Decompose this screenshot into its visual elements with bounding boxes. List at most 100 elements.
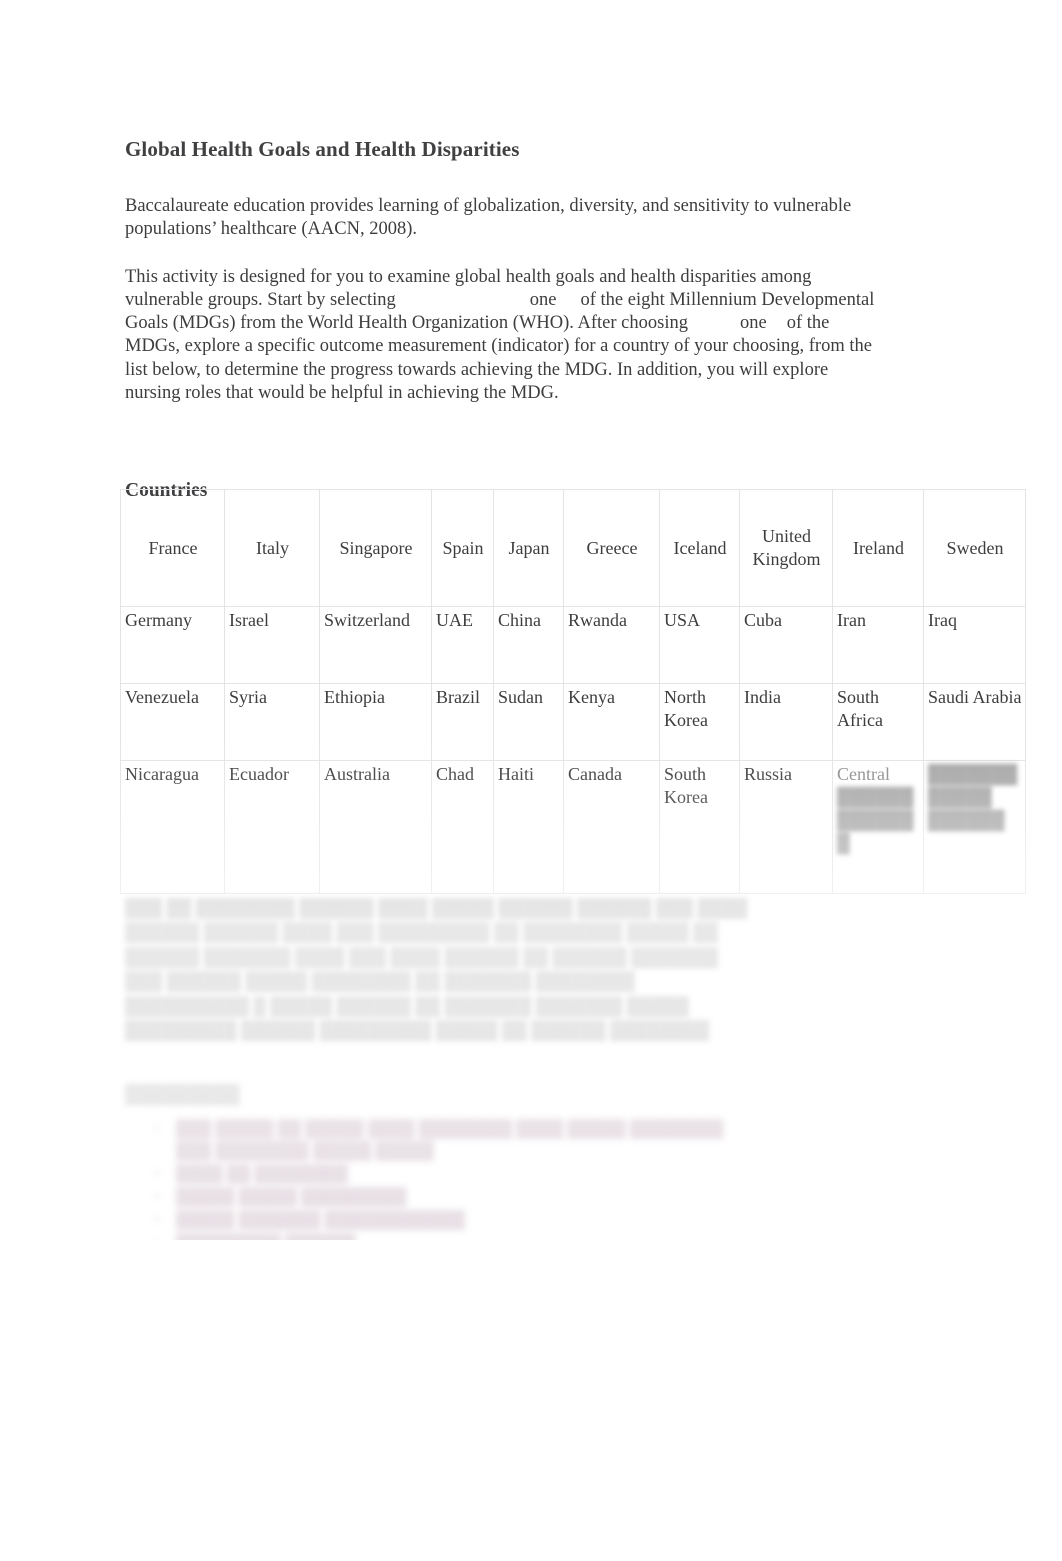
country-cell: UAE — [431, 606, 494, 684]
country-label: Saudi Arabia — [928, 687, 1022, 707]
country-label: South Korea — [664, 764, 708, 807]
country-label: Iceland — [673, 537, 727, 558]
list-item[interactable]: • ████ ██ ████████ — [150, 1163, 750, 1185]
country-cell: Greece — [563, 489, 660, 607]
country-label: South Africa — [837, 687, 883, 730]
resource-link[interactable]: █████ ███████ ████████████ — [176, 1210, 465, 1229]
country-cell: Sudan — [493, 683, 564, 761]
country-cell: Spain — [431, 489, 494, 607]
table-row: Nicaragua Ecuador Australia Chad Haiti C… — [120, 760, 1026, 894]
document-page: Global Health Goals and Health Dispariti… — [0, 0, 1062, 1561]
country-label: Italy — [256, 537, 289, 558]
country-cell: China — [493, 606, 564, 684]
emphasis-one-first: one — [529, 289, 557, 310]
resource-link[interactable]: ████ ██ ████████ — [176, 1164, 348, 1183]
country-label-faded: ██████ ███████ — [837, 787, 914, 853]
country-cell: Saudi Arabia — [923, 683, 1026, 761]
country-label: North Korea — [664, 687, 708, 730]
country-cell: USA — [659, 606, 740, 684]
country-cell: Brazil — [431, 683, 494, 761]
country-label: Australia — [324, 764, 390, 784]
country-cell: Singapore — [319, 489, 432, 607]
country-cell: Chad — [431, 760, 494, 894]
country-label-faded: ███████ █████ ██████ — [928, 764, 1018, 830]
country-cell: Australia — [319, 760, 432, 894]
faded-body-paragraph: ███ ██ ████████ ██████ ████ █████ ██████… — [125, 897, 748, 1041]
bullet-icon: • — [154, 1119, 160, 1138]
country-cell: Ireland — [832, 489, 924, 607]
country-label: Greece — [586, 537, 638, 558]
country-cell: India — [739, 683, 833, 761]
country-cell: Israel — [224, 606, 320, 684]
country-cell: Syria — [224, 683, 320, 761]
resources-heading: █████████ — [125, 1083, 240, 1104]
bullet-icon: • — [154, 1187, 160, 1206]
bullet-icon: • — [154, 1210, 160, 1229]
country-label: Singapore — [339, 537, 413, 558]
country-label: France — [148, 537, 198, 558]
country-label: Sudan — [498, 687, 543, 707]
list-item[interactable]: • █████████ ██████ — [150, 1232, 750, 1254]
country-cell: Russia — [739, 760, 833, 894]
country-cell: Germany — [120, 606, 225, 684]
country-cell: Nicaragua — [120, 760, 225, 894]
bullet-icon: • — [154, 1164, 160, 1183]
country-cell: Haiti — [493, 760, 564, 894]
country-label: Kenya — [568, 687, 615, 707]
country-cell: Sweden — [923, 489, 1026, 607]
country-label: China — [498, 610, 541, 630]
country-label: India — [744, 687, 781, 707]
country-cell: Kenya — [563, 683, 660, 761]
country-label: USA — [664, 610, 701, 630]
resource-link[interactable]: ███ █████ ██ █████ ████ ████████ ████ ██… — [176, 1119, 723, 1160]
country-cell: Rwanda — [563, 606, 660, 684]
country-label: Haiti — [498, 764, 534, 784]
country-label: Syria — [229, 687, 267, 707]
page-bottom-whitespace — [0, 1240, 1062, 1561]
country-cell: France — [120, 489, 225, 607]
page-title: Global Health Goals and Health Dispariti… — [125, 137, 520, 162]
country-cell: Ethiopia — [319, 683, 432, 761]
country-label: Nicaragua — [125, 764, 199, 784]
resource-link[interactable]: █████ █████ █████████ — [176, 1187, 406, 1206]
country-label: Japan — [508, 537, 550, 558]
country-label: Cuba — [744, 610, 782, 630]
country-cell: Iraq — [923, 606, 1026, 684]
country-label: Venezuela — [125, 687, 199, 707]
country-label: UAE — [436, 610, 473, 630]
country-label: Canada — [568, 764, 622, 784]
country-label: Sweden — [946, 537, 1004, 558]
country-label: Russia — [744, 764, 793, 784]
country-cell: ███████ █████ ██████ — [923, 760, 1026, 894]
country-cell: Venezuela — [120, 683, 225, 761]
countries-table: France Italy Singapore Spain Japan Greec… — [120, 489, 1026, 894]
country-label: Central — [837, 764, 890, 784]
country-cell: Iran — [832, 606, 924, 684]
resource-link[interactable]: █████████ ██████ — [176, 1233, 355, 1252]
country-cell: Switzerland — [319, 606, 432, 684]
list-item[interactable]: • █████ ███████ ████████████ — [150, 1209, 750, 1231]
country-label: United Kingdom — [752, 526, 821, 569]
country-cell: North Korea — [659, 683, 740, 761]
country-label: Ethiopia — [324, 687, 385, 707]
country-cell: Central ██████ ███████ — [832, 760, 924, 894]
country-label: Switzerland — [324, 610, 410, 630]
bullet-icon: • — [154, 1233, 160, 1252]
table-row: Germany Israel Switzerland UAE China Rwa… — [120, 606, 1026, 684]
country-label: Chad — [436, 764, 474, 784]
country-label: Brazil — [436, 687, 480, 707]
country-cell: Ecuador — [224, 760, 320, 894]
country-cell: Canada — [563, 760, 660, 894]
list-item[interactable]: • █████ █████ █████████ — [150, 1186, 750, 1208]
table-row: France Italy Singapore Spain Japan Greec… — [120, 489, 1026, 607]
country-cell: South Africa — [832, 683, 924, 761]
table-row: Venezuela Syria Ethiopia Brazil Sudan Ke… — [120, 683, 1026, 761]
country-label: Ireland — [853, 537, 904, 558]
country-label: Israel — [229, 610, 269, 630]
country-cell: United Kingdom — [739, 489, 833, 607]
list-item[interactable]: • ███ █████ ██ █████ ████ ████████ ████ … — [150, 1118, 750, 1162]
country-cell: Italy — [224, 489, 320, 607]
resources-list: • ███ █████ ██ █████ ████ ████████ ████ … — [150, 1118, 750, 1255]
country-cell: Japan — [493, 489, 564, 607]
intro-paragraph: Baccalaureate education provides learnin… — [125, 195, 852, 239]
